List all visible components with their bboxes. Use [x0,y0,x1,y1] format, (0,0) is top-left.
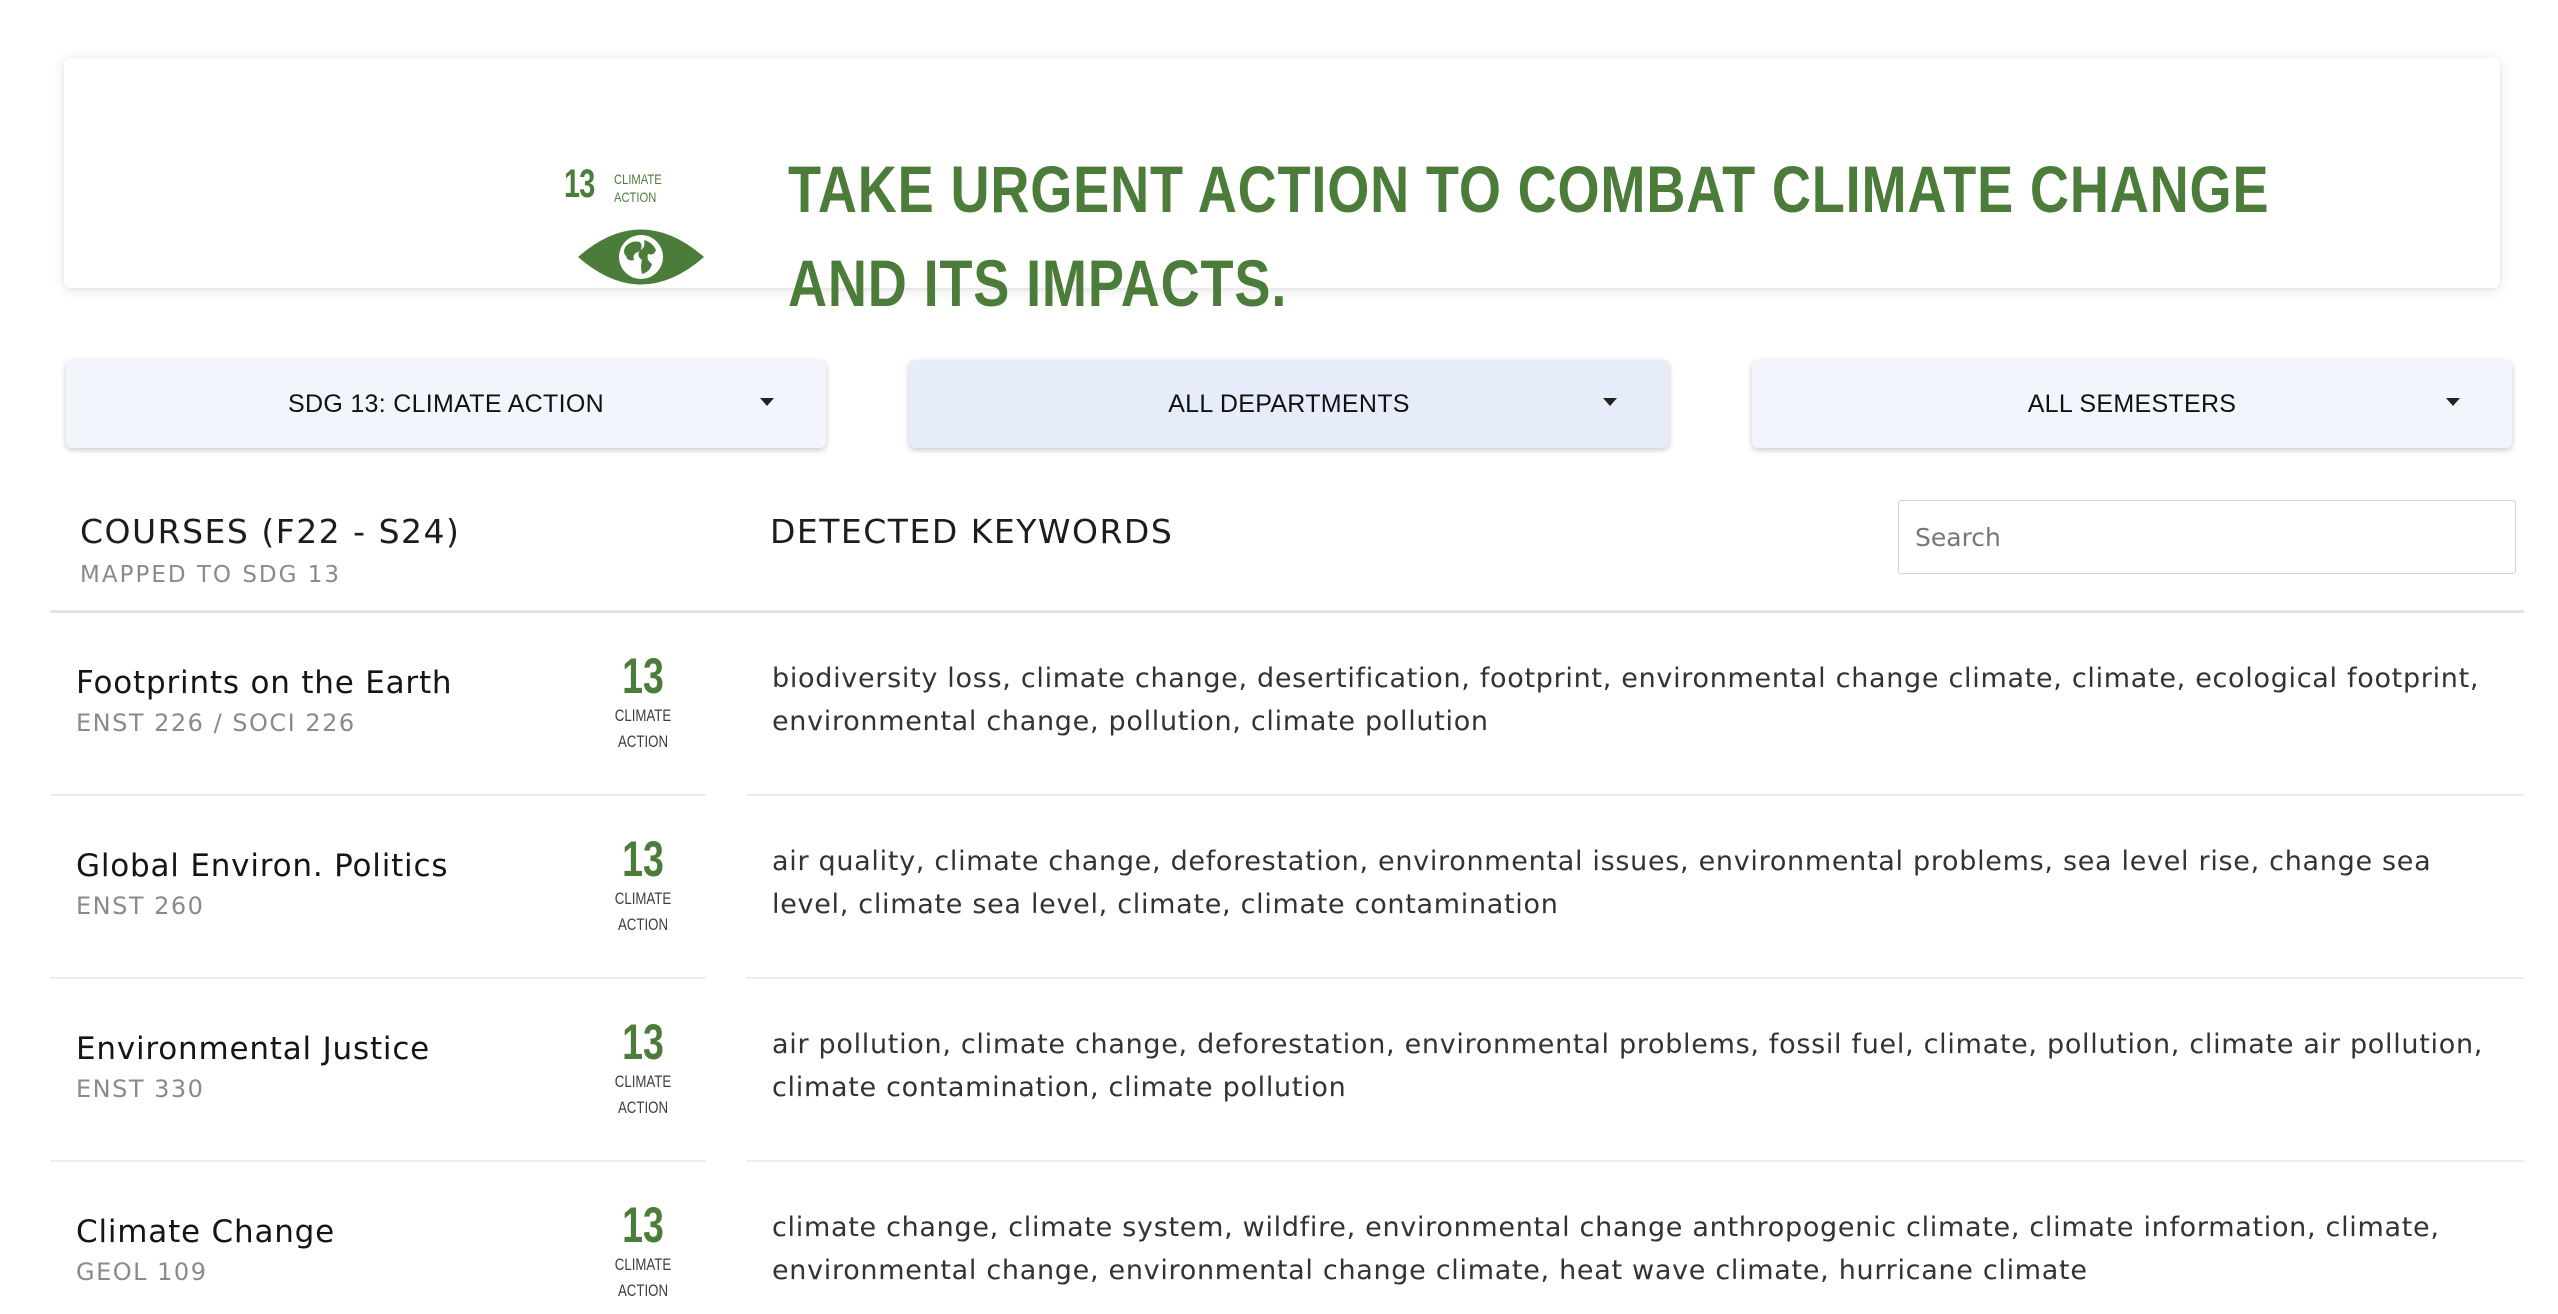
sdg-13-badge: 13 CLIMATE ACTION [600,1015,686,1121]
sdg-logo-label-line1: CLIMATE [614,171,662,187]
course-code: GEOL 109 [76,1258,208,1286]
course-name: Climate Change [76,1214,336,1250]
caret-down-icon [760,398,774,406]
sdg-13-badge: 13 CLIMATE ACTION [600,649,686,755]
sdg-13-logo: 13 CLIMATE ACTION [504,102,714,285]
badge-number: 13 [622,1014,664,1070]
course-code: ENST 330 [76,1075,205,1103]
courses-column-title: COURSES (F22 - S24) [80,512,461,551]
sdg-logo-number: 13 [564,162,595,206]
search-input[interactable] [1898,500,2516,574]
detected-keywords: air quality, climate change, deforestati… [772,846,2432,920]
sdg-13-badge: 13 CLIMATE ACTION [600,1198,686,1304]
department-filter-value: ALL DEPARTMENTS [1168,389,1410,418]
sdg-13-badge: 13 CLIMATE ACTION [600,832,686,938]
sdg-filter-dropdown[interactable]: SDG 13: CLIMATE ACTION [66,360,826,448]
banner-title-line2: AND ITS IMPACTS. [788,246,1288,320]
earth-eye-icon [578,229,704,285]
detected-keywords: climate change, climate system, wildfire… [772,1212,2440,1286]
course-name: Footprints on the Earth [76,665,453,701]
badge-label-line2: ACTION [617,1281,669,1300]
course-name: Global Environ. Politics [76,848,449,884]
courses-column-subtitle: MAPPED TO SDG 13 [80,562,342,588]
keywords-column-title: DETECTED KEYWORDS [770,512,1174,551]
badge-number: 13 [622,831,664,887]
badge-label-line2: ACTION [617,1098,669,1117]
banner-title: TAKE URGENT ACTION TO COMBAT CLIMATE CHA… [788,142,2270,330]
caret-down-icon [1603,398,1617,406]
caret-down-icon [2446,398,2460,406]
sdg-logo-label: CLIMATE ACTION [614,170,662,206]
table-row[interactable]: Climate Change GEOL 109 13 CLIMATE ACTIO… [0,1162,2558,1314]
course-code: ENST 260 [76,892,205,920]
course-name: Environmental Justice [76,1031,431,1067]
table-row[interactable]: Global Environ. Politics ENST 260 13 CLI… [0,796,2558,979]
course-code: ENST 226 / SOCI 226 [76,709,356,737]
badge-label-line1: CLIMATE [614,1072,672,1091]
badge-label-line1: CLIMATE [614,1255,672,1274]
department-filter-dropdown[interactable]: ALL DEPARTMENTS [909,360,1669,448]
detected-keywords: biodiversity loss, climate change, deser… [772,663,2480,737]
semester-filter-dropdown[interactable]: ALL SEMESTERS [1752,360,2512,448]
badge-label-line1: CLIMATE [614,706,672,725]
badge-label-line2: ACTION [617,732,669,751]
badge-label-line2: ACTION [617,915,669,934]
table-row[interactable]: Footprints on the Earth ENST 226 / SOCI … [0,613,2558,796]
badge-number: 13 [622,648,664,704]
semester-filter-value: ALL SEMESTERS [2027,389,2237,418]
sdg-banner: 13 CLIMATE ACTION TAKE URGENT ACTION TO … [64,58,2500,320]
detected-keywords: air pollution, climate change, deforesta… [772,1029,2484,1103]
table-row[interactable]: Environmental Justice ENST 330 13 CLIMAT… [0,979,2558,1162]
badge-number: 13 [622,1197,664,1253]
banner-title-line1: TAKE URGENT ACTION TO COMBAT CLIMATE CHA… [788,152,2270,226]
sdg-logo-label-line2: ACTION [614,189,657,205]
badge-label-line1: CLIMATE [614,889,672,908]
sdg-filter-value: SDG 13: CLIMATE ACTION [288,389,604,418]
